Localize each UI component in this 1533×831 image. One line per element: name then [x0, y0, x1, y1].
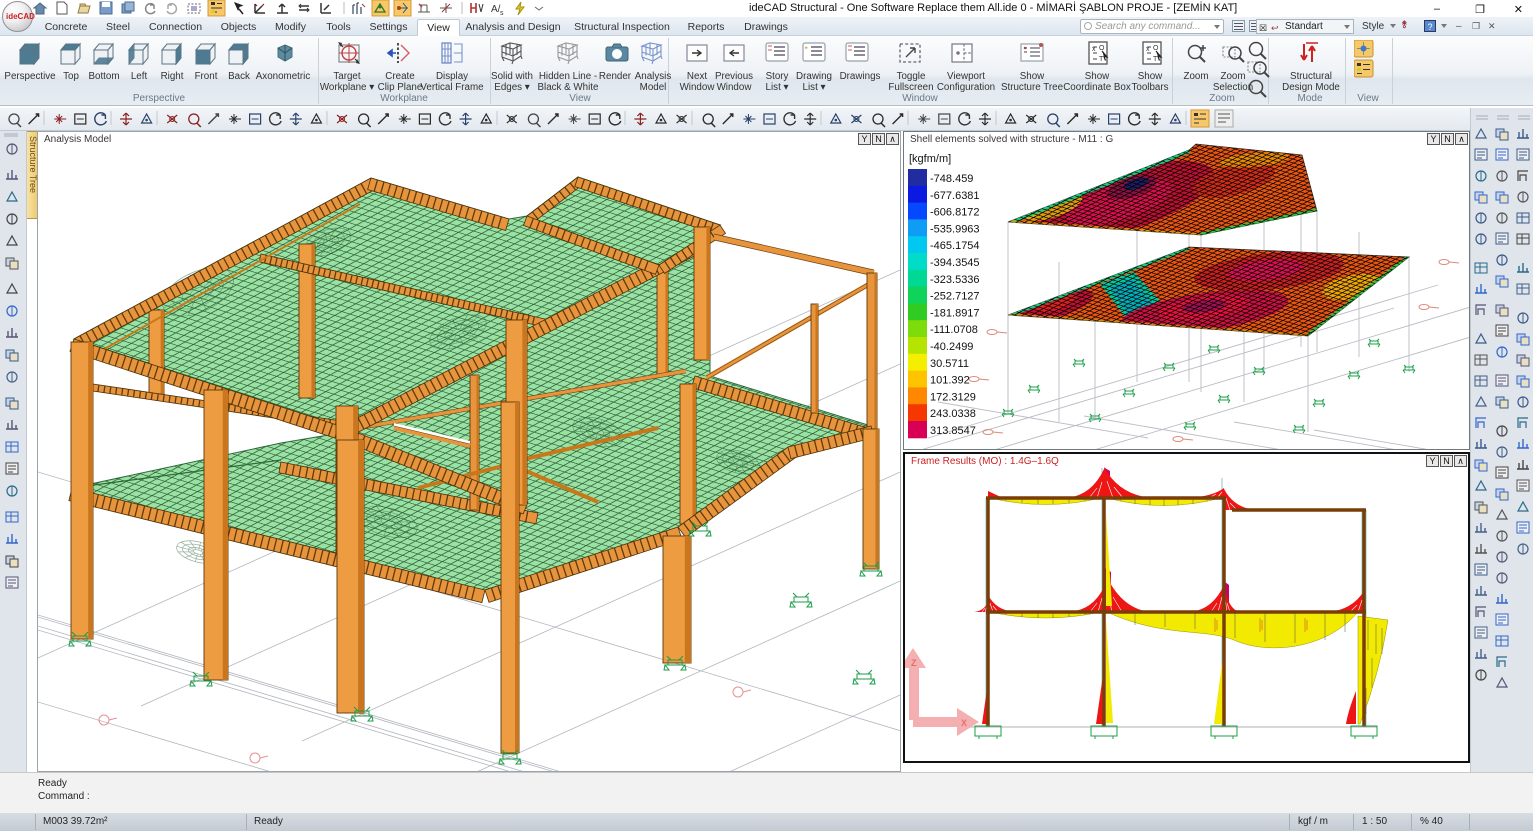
- svg-text:-394.3545: -394.3545: [930, 257, 980, 269]
- svg-text:30.5711: 30.5711: [930, 358, 969, 370]
- svg-text:172.3129: 172.3129: [930, 391, 976, 403]
- svg-text:[kgfm/m]: [kgfm/m]: [909, 153, 951, 165]
- svg-text:s: s: [500, 10, 504, 17]
- svg-text:O: O: [1099, 45, 1105, 52]
- svg-text:313.8547: 313.8547: [930, 425, 976, 437]
- svg-text:-748.459: -748.459: [930, 173, 973, 185]
- svg-text:243.0338: 243.0338: [930, 408, 976, 420]
- svg-text:-677.6381: -677.6381: [930, 190, 980, 202]
- svg-text:T: T: [1153, 56, 1158, 63]
- svg-text:-606.8172: -606.8172: [930, 207, 980, 219]
- svg-text:-40.2499: -40.2499: [930, 341, 973, 353]
- svg-text:101.392: 101.392: [930, 375, 970, 387]
- svg-text:-465.1754: -465.1754: [930, 240, 980, 252]
- svg-text:x: x: [1092, 46, 1096, 53]
- svg-text:-323.5336: -323.5336: [930, 274, 980, 286]
- svg-text:X: X: [961, 718, 967, 728]
- svg-text:x: x: [1146, 46, 1150, 53]
- svg-text:-252.7127: -252.7127: [930, 291, 980, 303]
- svg-text:-111.0708: -111.0708: [930, 324, 978, 336]
- svg-text:Z: Z: [911, 658, 917, 668]
- svg-text:O: O: [1153, 45, 1159, 52]
- svg-text:-535.9963: -535.9963: [930, 223, 980, 235]
- svg-text:-181.8917: -181.8917: [930, 307, 980, 319]
- svg-text:T: T: [1099, 56, 1104, 63]
